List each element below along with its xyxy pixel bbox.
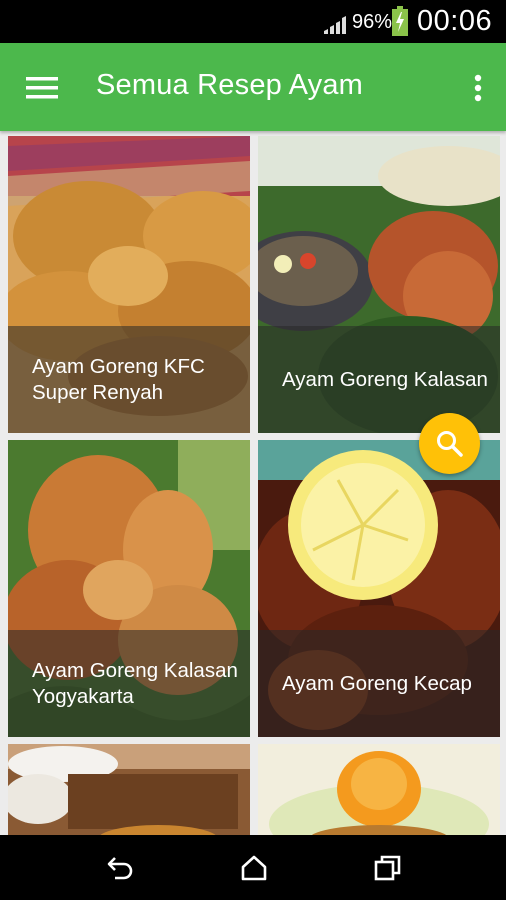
home-icon <box>241 855 267 881</box>
recipe-grid: Ayam Goreng KFC Super Renyah Ayam Goreng… <box>0 131 506 835</box>
recents-icon <box>374 855 401 881</box>
app-bar: Semua Resep Ayam <box>0 43 506 131</box>
recipe-caption: Ayam Goreng KFC Super Renyah <box>8 326 250 433</box>
home-button[interactable] <box>238 852 270 884</box>
more-vert-icon <box>474 74 482 102</box>
menu-button[interactable] <box>22 70 62 106</box>
recipe-image <box>258 744 500 835</box>
recipe-title: Ayam Goreng Kecap <box>282 671 472 695</box>
menu-icon <box>26 77 58 99</box>
back-icon <box>107 857 133 880</box>
recipe-title: Ayam Goreng Kalasan Yogyakarta <box>32 658 238 708</box>
recipe-card-ayam-goreng-kalasan[interactable]: Ayam Goreng Kalasan <box>258 136 500 433</box>
page-title: Semua Resep Ayam <box>96 69 364 101</box>
recipe-card-ayam-goreng-kalasan-yogyakarta[interactable]: Ayam Goreng Kalasan Yogyakarta <box>8 440 250 737</box>
recipe-title: Ayam Goreng KFC Super Renyah <box>32 354 205 404</box>
recipe-card[interactable] <box>8 744 250 835</box>
recipe-card[interactable] <box>258 744 500 835</box>
recipe-title: Ayam Goreng Kalasan <box>282 367 488 391</box>
clock: 00:06 <box>417 5 493 37</box>
recipe-card-ayam-goreng-kecap[interactable]: Ayam Goreng Kecap <box>258 440 500 737</box>
status-bar: 96% 00:06 <box>0 0 506 43</box>
recipe-caption: Ayam Goreng Kalasan Yogyakarta <box>8 630 250 737</box>
search-icon <box>437 431 463 457</box>
recipe-card-ayam-goreng-kfc[interactable]: Ayam Goreng KFC Super Renyah <box>8 136 250 433</box>
search-button[interactable] <box>419 413 480 474</box>
recents-button[interactable] <box>372 852 404 884</box>
battery-icon <box>392 6 408 36</box>
back-button[interactable] <box>104 852 136 884</box>
recipe-caption: Ayam Goreng Kecap <box>258 630 500 737</box>
signal-icon <box>324 16 346 34</box>
navigation-bar <box>0 835 506 900</box>
more-options-button[interactable] <box>466 70 490 106</box>
recipe-image <box>8 744 250 835</box>
battery-percent: 96% <box>352 11 393 33</box>
